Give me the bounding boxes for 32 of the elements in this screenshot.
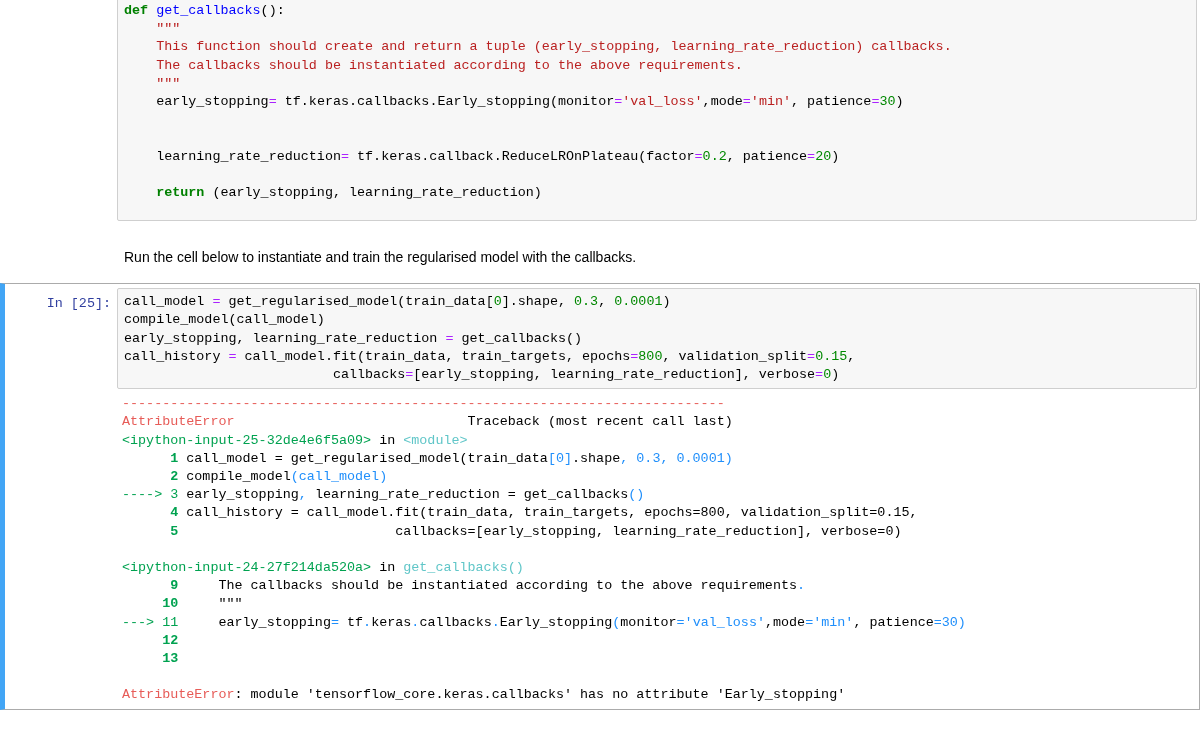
code-line: The callbacks should be instantiated according to the above requirements. xyxy=(155,56,744,75)
markdown-text: Run the cell below to instantiate and train the regularised model with the callbacks. xyxy=(123,248,638,268)
output-line: ----> 3 early_stopping, learning_rate_reduction = get_callbacks() xyxy=(122,486,646,505)
output-line: ---> 11 early_stopping= tf.keras.callbacks.Early_stopping(monitor='val_loss',mode='min', patience=30) xyxy=(122,613,967,632)
output-line: 13 xyxy=(161,650,180,669)
output-line: 5 callbacks=[early_stopping, learning_rate_reduction], verbose=0) xyxy=(169,522,903,541)
code-line: compile_model(call_model) xyxy=(124,311,326,330)
code-line: """ xyxy=(155,74,182,93)
output-line: 12 xyxy=(161,631,180,650)
output-line: AttributeError: module 'tensorflow_core.keras.callbacks' has no attribute 'Early_stopping' xyxy=(122,686,847,705)
output-line: AttributeError Traceback (most recent call last) xyxy=(122,413,734,432)
output-line: 2 compile_model(call_model) xyxy=(169,468,389,486)
code-line: return (early_stopping, learning_rate_reduction) xyxy=(155,184,543,202)
code-line: call_model = get_regularised_model(train_data[0].shape, 0.3, 0.0001) xyxy=(124,293,672,312)
code-line: callbacks=[early_stopping, learning_rate_reduction], verbose=0) xyxy=(331,366,841,384)
code-line: call_history = call_model.fit(train_data, train_targets, epochs=800, validation_split=0.15, xyxy=(124,347,857,366)
output-line: 9 The callbacks should be instantiated according to the above requirements. xyxy=(169,577,807,596)
output-line: <ipython-input-25-32de4e6f5a09> in <module> xyxy=(122,431,469,450)
output-line: 10 """ xyxy=(161,595,244,614)
code-input-area[interactable] xyxy=(117,288,1197,390)
code-line: early_stopping, learning_rate_reduction = get_callbacks() xyxy=(124,329,584,348)
output-line: 4 call_history = call_model.fit(train_data, train_targets, epochs=800, validation_split=0.15, xyxy=(169,504,919,523)
cell-prompt: In [25]: xyxy=(46,296,111,312)
code-input-area[interactable] xyxy=(117,0,1197,222)
code-line: early_stopping= tf.keras.callbacks.Early_stopping(monitor='val_loss',mode='min', patience=30) xyxy=(155,93,905,111)
code-line: """ xyxy=(155,20,182,39)
output-line: --------------------------------------------------------------------------- xyxy=(122,395,726,414)
code-line: def get_callbacks(): xyxy=(124,2,286,20)
code-line: learning_rate_reduction= tf.keras.callback.ReduceLROnPlateau(factor=0.2, patience=20) xyxy=(155,147,841,166)
code-line: This function should create and return a tuple (early_stopping, learning_rate_reduction) callbacks. xyxy=(155,38,953,57)
output-line: 1 call_model = get_regularised_model(train_data[0].shape, 0.3, 0.0001) xyxy=(169,449,734,468)
output-line: <ipython-input-24-27f214da520a> in get_callbacks() xyxy=(122,559,525,577)
